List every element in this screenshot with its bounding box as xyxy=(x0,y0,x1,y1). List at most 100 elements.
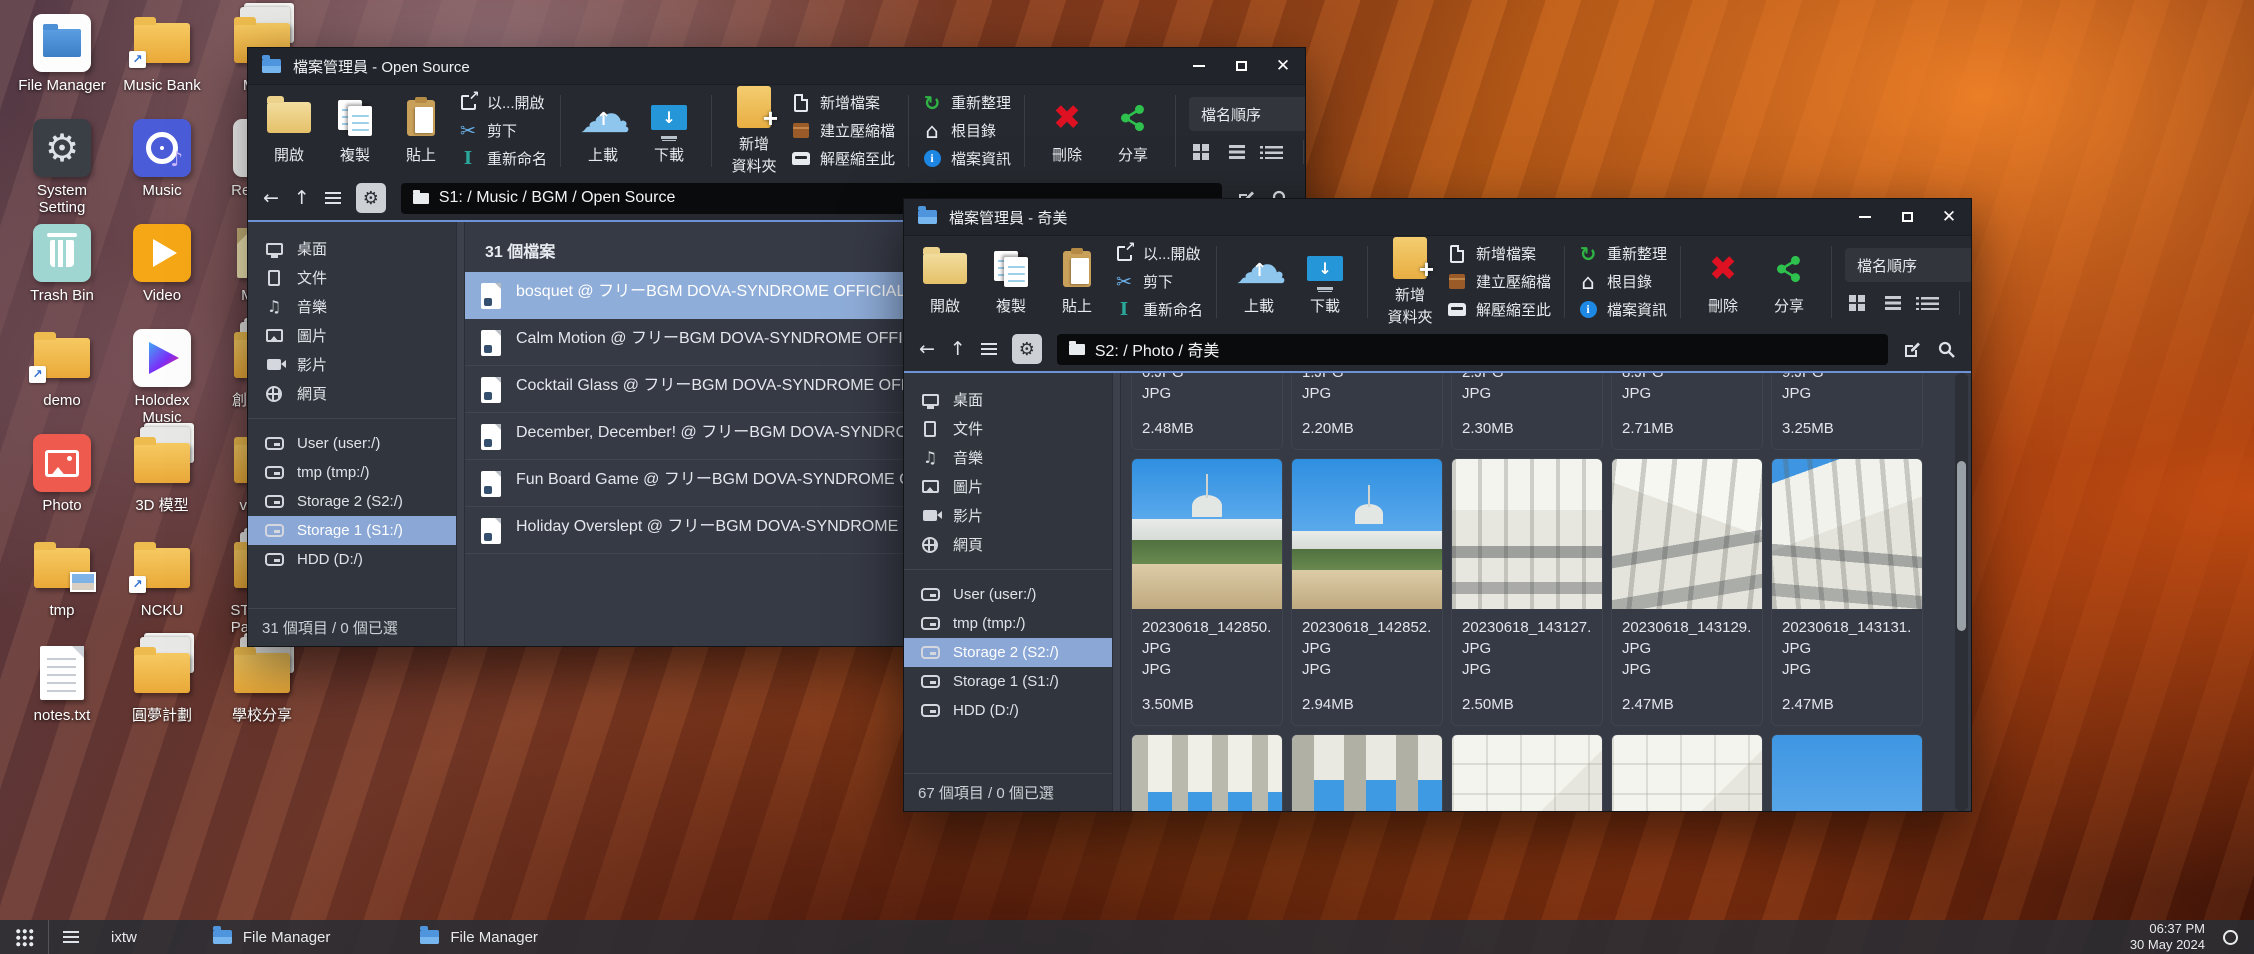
refresh-button[interactable]: ↻重新整理 xyxy=(1578,243,1667,264)
scrollbar-thumb[interactable] xyxy=(1957,461,1966,631)
sidebar-drive-user[interactable]: User (user:/) xyxy=(248,429,456,458)
sort-order-dropdown[interactable]: 檔名順序▼ xyxy=(1845,248,1971,282)
sidebar-item-music[interactable]: ♫音樂 xyxy=(904,443,1112,472)
file-card[interactable] xyxy=(1611,734,1763,811)
file-card[interactable]: 1.JPGJPG2.20MB xyxy=(1291,373,1443,450)
input-method-indicator[interactable]: ixtw xyxy=(111,929,137,946)
settings-gear-button[interactable]: ⚙ xyxy=(1012,334,1042,364)
delete-button[interactable]: ✖刪除 xyxy=(1034,89,1100,173)
taskbar-clock[interactable]: 06:37 PM 30 May 2024 xyxy=(2130,921,2205,952)
desktop-icon-file-manager[interactable]: File Manager xyxy=(12,12,112,117)
sidebar-drive-storage1[interactable]: Storage 1 (S1:/) xyxy=(904,667,1112,696)
open-button[interactable]: 開啟 xyxy=(256,89,322,173)
settings-gear-button[interactable]: ⚙ xyxy=(356,183,386,213)
back-button[interactable]: ← xyxy=(919,338,935,360)
create-archive-button[interactable]: 建立壓縮檔 xyxy=(791,120,895,141)
desktop-icon-music[interactable]: ♪ Music xyxy=(112,117,212,222)
new-file-button[interactable]: 新增檔案 xyxy=(791,92,895,113)
up-button[interactable]: ↑ xyxy=(294,187,310,209)
taskbar-task-file-manager-1[interactable]: File Manager xyxy=(199,920,345,954)
file-card[interactable] xyxy=(1771,734,1923,811)
file-card[interactable]: 8.JPGJPG2.71MB xyxy=(1611,373,1763,450)
desktop-icon-photo[interactable]: Photo xyxy=(12,432,112,537)
file-card[interactable]: 2.JPGJPG2.30MB xyxy=(1451,373,1603,450)
share-button[interactable]: 分享 xyxy=(1756,240,1822,324)
root-button[interactable]: ⌂根目錄 xyxy=(922,120,1011,141)
desktop-icon-notes-txt[interactable]: notes.txt xyxy=(12,642,112,747)
file-card[interactable] xyxy=(1291,734,1443,811)
share-button[interactable]: 分享 xyxy=(1100,89,1166,173)
new-folder-button[interactable]: 新增資料夾 xyxy=(1377,240,1443,324)
grid-view-button[interactable] xyxy=(1193,144,1209,160)
address-bar[interactable]: S2: / Photo / 奇美 xyxy=(1057,334,1888,365)
list-view-button[interactable] xyxy=(1885,296,1901,310)
desktop-icon-demo[interactable]: ↗ demo xyxy=(12,327,112,432)
rename-button[interactable]: I重新命名 xyxy=(1114,299,1203,320)
sidebar-drive-storage2[interactable]: Storage 2 (S2:/) xyxy=(904,638,1112,667)
sidebar-item-documents[interactable]: 文件 xyxy=(248,263,456,292)
file-info-button[interactable]: i檔案資訊 xyxy=(1578,299,1667,320)
desktop-icon-system-setting[interactable]: ⚙ System Setting xyxy=(12,117,112,222)
vertical-scrollbar[interactable] xyxy=(1955,373,1968,811)
maximize-button[interactable] xyxy=(1233,58,1249,74)
power-icon[interactable] xyxy=(2223,930,2238,945)
upload-button[interactable]: ☁↑上載 xyxy=(1226,240,1292,324)
new-file-button[interactable]: 新增檔案 xyxy=(1447,243,1551,264)
sidebar-item-pictures[interactable]: 圖片 xyxy=(904,472,1112,501)
search-button[interactable] xyxy=(1937,340,1956,359)
file-card[interactable]: 20230618_143127.JPGJPG2.50MB xyxy=(1451,458,1603,726)
sidebar-item-videos[interactable]: 影片 xyxy=(248,350,456,379)
grid-view-button[interactable] xyxy=(1849,295,1865,311)
sidebar-drive-storage2[interactable]: Storage 2 (S2:/) xyxy=(248,487,456,516)
minimize-button[interactable] xyxy=(1857,209,1873,225)
paste-button[interactable]: 貼上 xyxy=(388,89,454,173)
pane-splitter[interactable] xyxy=(1112,373,1121,811)
new-folder-button[interactable]: 新增資料夾 xyxy=(721,89,787,173)
file-card[interactable]: 20230618_143129.JPGJPG2.47MB xyxy=(1611,458,1763,726)
taskbar-task-file-manager-2[interactable]: File Manager xyxy=(406,920,552,954)
titlebar[interactable]: 檔案管理員 - 奇美 ✕ xyxy=(904,199,1971,235)
create-archive-button[interactable]: 建立壓縮檔 xyxy=(1447,271,1551,292)
menu-icon[interactable] xyxy=(981,343,997,355)
open-with-button[interactable]: 以...開啟 xyxy=(458,92,547,113)
download-button[interactable]: ↓下載 xyxy=(636,89,702,173)
desktop-icon-trash-bin[interactable]: Trash Bin xyxy=(12,222,112,327)
desktop-icon-school-share[interactable]: 學校分享 xyxy=(212,642,312,747)
file-info-button[interactable]: i檔案資訊 xyxy=(922,148,1011,169)
list-view-button[interactable] xyxy=(1229,145,1245,159)
download-button[interactable]: ↓下載 xyxy=(1292,240,1358,324)
maximize-button[interactable] xyxy=(1899,209,1915,225)
desktop-icon-music-bank[interactable]: ↗ Music Bank xyxy=(112,12,212,117)
root-button[interactable]: ⌂根目錄 xyxy=(1578,271,1667,292)
cut-button[interactable]: ✂剪下 xyxy=(1114,271,1203,292)
titlebar[interactable]: 檔案管理員 - Open Source ✕ xyxy=(248,48,1305,84)
sidebar-item-web[interactable]: 網頁 xyxy=(904,530,1112,559)
sort-order-dropdown[interactable]: 檔名順序▼ xyxy=(1189,97,1305,131)
file-card[interactable] xyxy=(1131,734,1283,811)
file-card[interactable]: 20230618_142850.JPGJPG3.50MB xyxy=(1131,458,1283,726)
pane-splitter[interactable] xyxy=(456,222,465,646)
desktop-icon-dream-plan[interactable]: 圓夢計劃 xyxy=(112,642,212,747)
open-with-button[interactable]: 以...開啟 xyxy=(1114,243,1203,264)
desktop-icon-ncku[interactable]: ↗ NCKU xyxy=(112,537,212,642)
desktop-icon-video[interactable]: Video xyxy=(112,222,212,327)
sidebar-drive-tmp[interactable]: tmp (tmp:/) xyxy=(248,458,456,487)
detail-view-button[interactable] xyxy=(1265,146,1283,159)
sidebar-drive-user[interactable]: User (user:/) xyxy=(904,580,1112,609)
app-launcher-button[interactable] xyxy=(0,920,48,954)
sidebar-item-documents[interactable]: 文件 xyxy=(904,414,1112,443)
extract-here-button[interactable]: 解壓縮至此 xyxy=(1447,299,1551,320)
edit-path-button[interactable] xyxy=(1903,340,1922,359)
close-button[interactable]: ✕ xyxy=(1275,58,1291,74)
sidebar-drive-hdd[interactable]: HDD (D:/) xyxy=(904,696,1112,725)
desktop-icon-3d-models[interactable]: 3D 模型 xyxy=(112,432,212,537)
up-button[interactable]: ↑ xyxy=(950,338,966,360)
refresh-button[interactable]: ↻重新整理 xyxy=(922,92,1011,113)
sidebar-item-desktop[interactable]: 桌面 xyxy=(248,234,456,263)
extract-here-button[interactable]: 解壓縮至此 xyxy=(791,148,895,169)
detail-view-button[interactable] xyxy=(1921,297,1939,310)
minimize-button[interactable] xyxy=(1191,58,1207,74)
open-button[interactable]: 開啟 xyxy=(912,240,978,324)
file-card[interactable]: 0.JPGJPG2.48MB xyxy=(1131,373,1283,450)
sidebar-drive-storage1[interactable]: Storage 1 (S1:/) xyxy=(248,516,456,545)
